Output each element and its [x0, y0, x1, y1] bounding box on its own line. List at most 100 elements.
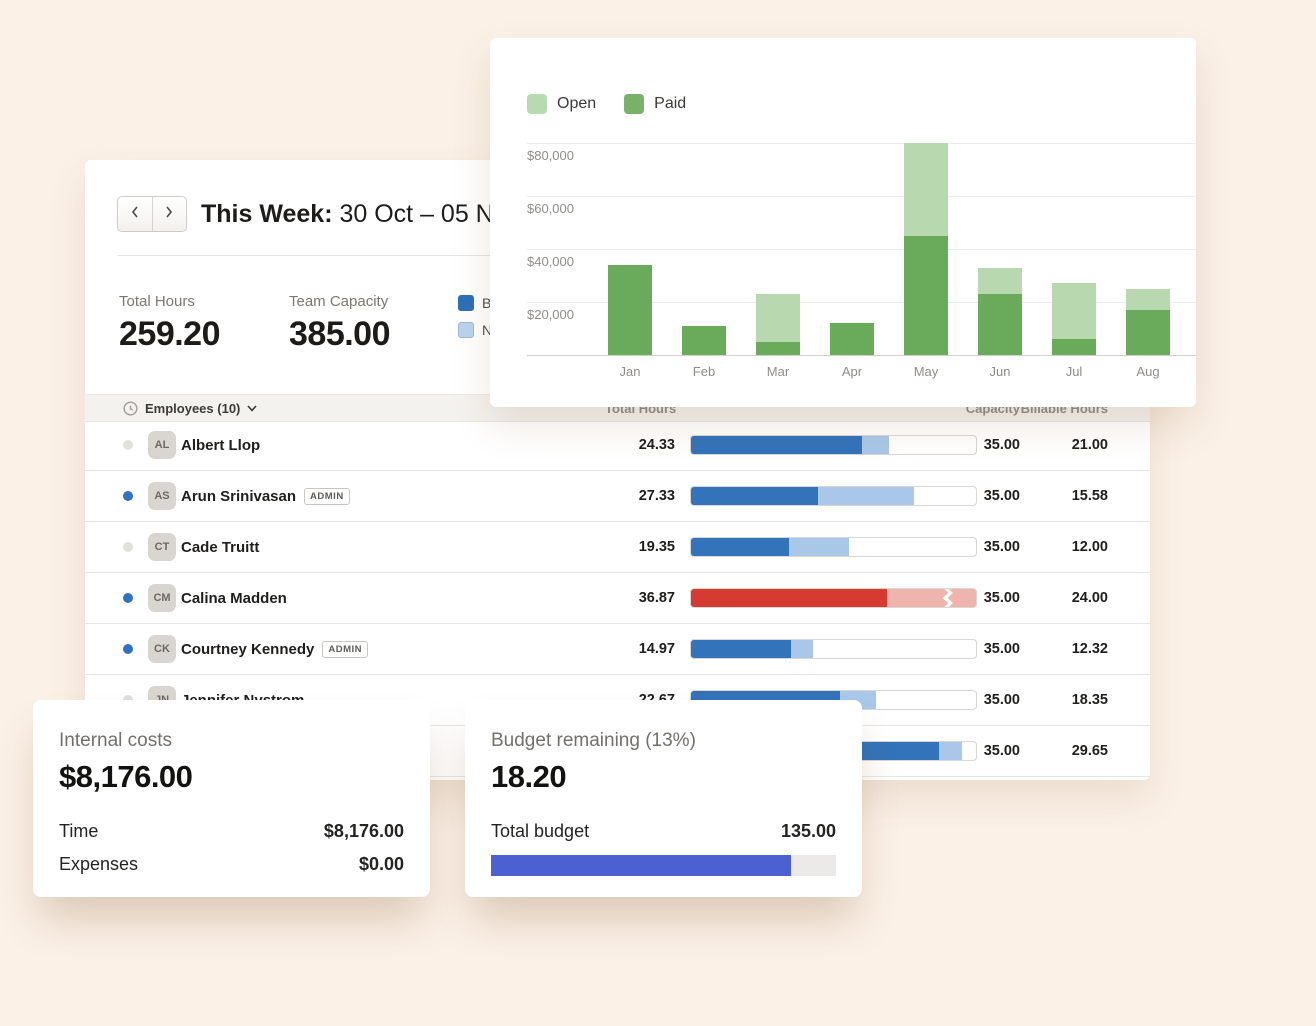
paid-segment — [904, 236, 948, 355]
billable-dark-segment — [691, 640, 791, 658]
status-dot[interactable] — [123, 593, 133, 603]
paid-segment — [830, 323, 874, 355]
employee-name: Arun SrinivasanADMIN — [181, 488, 605, 505]
employee-name: Cade Truitt — [181, 539, 605, 556]
total-hours-cell: 19.35 — [605, 539, 675, 555]
prev-week-button[interactable] — [118, 197, 153, 231]
billable-hours-cell: 12.00 — [1020, 539, 1108, 555]
table-row[interactable]: ALAlbert Llop24.3335.0021.00 — [85, 420, 1150, 471]
total-budget-row: Total budget 135.00 — [491, 821, 836, 842]
y-axis-tick-label: $60,000 — [527, 201, 574, 216]
total-hours-stat: Total Hours 259.20 — [119, 293, 289, 354]
employee-name-text: Arun Srinivasan — [181, 488, 296, 505]
billable-dark-segment — [691, 589, 887, 607]
x-axis-month-label: Aug — [1126, 364, 1170, 379]
status-dot[interactable] — [123, 542, 133, 552]
chart-gridline — [527, 196, 1196, 197]
employee-name-text: Cade Truitt — [181, 539, 259, 556]
employee-name-text: Calina Madden — [181, 590, 287, 607]
status-dot[interactable] — [123, 491, 133, 501]
employee-name: Calina Madden — [181, 590, 605, 607]
status-dot[interactable] — [123, 440, 133, 450]
billable-dark-segment — [691, 538, 789, 556]
team-capacity-value: 385.00 — [289, 315, 459, 354]
table-row[interactable]: CTCade Truitt19.3535.0012.00 — [85, 522, 1150, 573]
expenses-cost-row: Expenses $0.00 — [59, 854, 404, 875]
internal-costs-title: Internal costs — [59, 730, 404, 752]
chart-baseline — [527, 355, 1196, 356]
week-title-label: This Week: — [201, 200, 333, 228]
avatar: CM — [148, 584, 176, 612]
week-header: This Week: 30 Oct – 05 No — [117, 196, 508, 232]
table-row[interactable]: ASArun SrinivasanADMIN27.3335.0015.58 — [85, 471, 1150, 522]
billable-hours-cell: 15.58 — [1020, 488, 1108, 504]
total-hours-cell: 14.97 — [605, 641, 675, 657]
internal-costs-total: $8,176.00 — [59, 759, 404, 795]
hours-bar-cell — [690, 486, 977, 506]
paid-segment — [682, 326, 726, 355]
team-capacity-label: Team Capacity — [289, 293, 459, 310]
open-segment — [1126, 289, 1170, 310]
stacked-bar — [756, 294, 800, 355]
hours-bar-cell — [690, 435, 977, 455]
x-axis-month-label: May — [904, 364, 948, 379]
paid-segment — [1126, 310, 1170, 355]
internal-costs-card: Internal costs $8,176.00 Time $8,176.00 … — [33, 700, 430, 897]
billable-hours-cell: 12.32 — [1020, 641, 1108, 657]
time-cost-row: Time $8,176.00 — [59, 821, 404, 842]
team-capacity-stat: Team Capacity 385.00 — [289, 293, 459, 354]
employees-group-label: Employees (10) — [145, 401, 240, 416]
status-dot[interactable] — [123, 644, 133, 654]
table-row[interactable]: CKCourtney KennedyADMIN14.9735.0012.32 — [85, 624, 1150, 675]
hours-bar — [690, 639, 977, 659]
x-axis-month-label: Jul — [1052, 364, 1096, 379]
total-budget-label: Total budget — [491, 821, 589, 842]
admin-badge: ADMIN — [322, 641, 368, 658]
open-segment — [756, 294, 800, 342]
total-hours-cell: 36.87 — [605, 590, 675, 606]
total-hours-cell: 24.33 — [605, 437, 675, 453]
next-week-button[interactable] — [153, 197, 187, 231]
chevron-down-icon — [247, 405, 257, 412]
paid-segment — [978, 294, 1022, 355]
budget-remaining-value: 18.20 — [491, 759, 836, 795]
y-axis-tick-label: $40,000 — [527, 254, 574, 269]
chevron-left-icon — [131, 205, 139, 223]
summary-stats: Total Hours 259.20 Team Capacity 385.00 — [119, 293, 459, 354]
y-axis-tick-label: $20,000 — [527, 307, 574, 322]
avatar: CT — [148, 533, 176, 561]
hours-bar — [690, 486, 977, 506]
x-axis-month-label: Jun — [978, 364, 1022, 379]
total-budget-value: 135.00 — [781, 821, 836, 842]
stacked-bar — [904, 143, 948, 355]
week-title-range: 30 Oct – 05 No — [339, 200, 507, 228]
stacked-bar — [830, 323, 874, 355]
nonbillable-swatch — [458, 322, 474, 338]
billable-swatch — [458, 295, 474, 311]
hours-bar — [690, 435, 977, 455]
expenses-value: $0.00 — [359, 854, 404, 875]
paid-segment — [1052, 339, 1096, 355]
budget-progress-fill — [491, 855, 791, 876]
employee-name: Courtney Kennedy ADMIN — [181, 641, 605, 658]
chart-gridline — [527, 249, 1196, 250]
invoice-chart-card: Open Paid $20,000$40,000$60,000$80,000Ja… — [490, 38, 1196, 407]
billable-dark-segment — [691, 436, 862, 454]
total-hours-cell: 27.33 — [605, 488, 675, 504]
page-title: This Week: 30 Oct – 05 No — [201, 200, 508, 229]
chevron-right-icon — [165, 205, 173, 223]
billable-hours-cell: 24.00 — [1020, 590, 1108, 606]
avatar: AS — [148, 482, 176, 510]
budget-remaining-card: Budget remaining (13%) 18.20 Total budge… — [465, 700, 862, 897]
x-axis-month-label: Mar — [756, 364, 800, 379]
employee-name-text: Courtney Kennedy — [181, 641, 314, 658]
clock-icon — [123, 401, 138, 416]
stacked-bar — [1052, 283, 1096, 355]
budget-remaining-title: Budget remaining (13%) — [491, 730, 836, 752]
table-row[interactable]: CMCalina Madden36.8735.0024.00 — [85, 573, 1150, 624]
total-hours-value: 259.20 — [119, 315, 289, 354]
budget-progress-track — [491, 855, 836, 876]
billable-hours-cell: 18.35 — [1020, 692, 1108, 708]
hours-bar — [690, 588, 977, 608]
employee-name-text: Albert Llop — [181, 437, 260, 454]
